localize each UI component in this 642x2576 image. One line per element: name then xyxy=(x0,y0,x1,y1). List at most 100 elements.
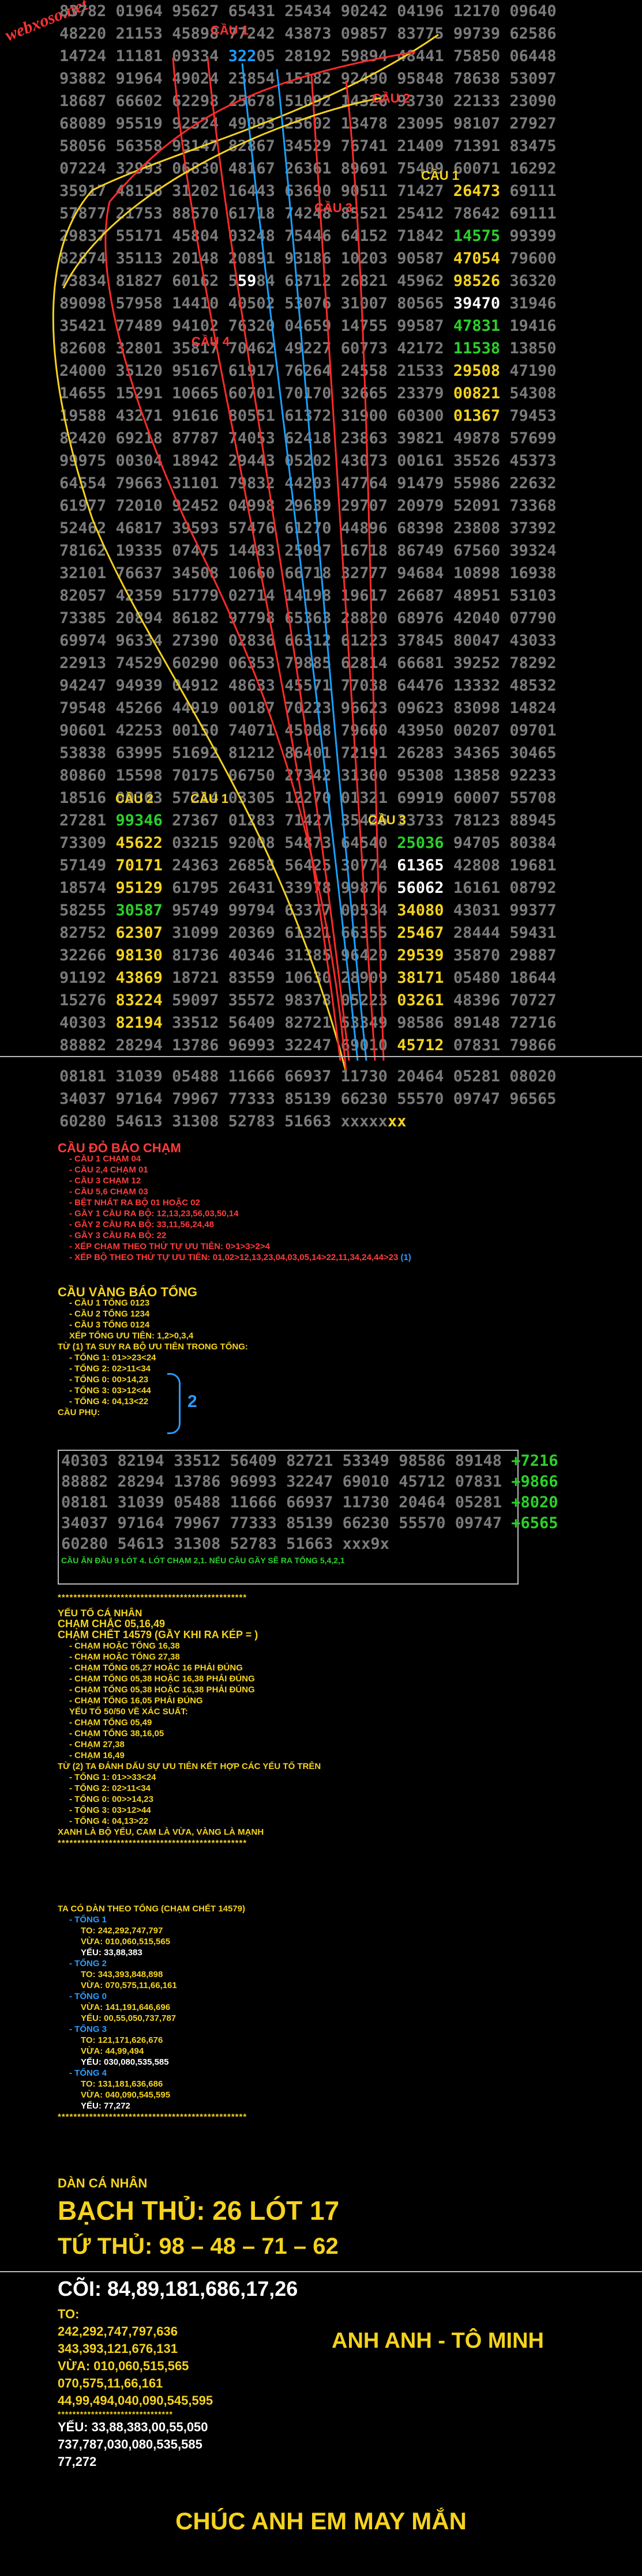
note-1: (1) xyxy=(398,1253,411,1262)
cham-chet: CHẠM CHẾT 14579 (GẦY KHI RA KÉP = ) xyxy=(58,1629,258,1640)
tu-thu: TỨ THỦ: 98 – 48 – 71 – 62 xyxy=(58,2234,339,2259)
coi: CÕI: 84,89,181,686,17,26 xyxy=(58,2277,298,2300)
pattern-lines-overlay xyxy=(52,33,439,1073)
brace-label: 2 xyxy=(187,1392,197,1411)
cau-vang-title: CẦU VÀNG BÁO TỔNG xyxy=(58,1285,197,1299)
cau-label: CẦU 1 xyxy=(211,23,249,37)
yeu-to-5050: YẾU TỐ 50/50 VỀ XÁC SUẤT: xyxy=(69,1707,188,1717)
final-to-label: TO: xyxy=(58,2307,80,2321)
dan-tong-yeu: YẾU: 77,272 xyxy=(81,2101,130,2111)
signature: ANH ANH - TÔ MINH xyxy=(332,2329,544,2353)
box-note: CẦU ĂN ĐẦU 9 LÓT 4. LÓT CHẠM 2,1. NẾU CẦ… xyxy=(61,1556,345,1565)
cau-vang-item: - CẦU 1 TỔNG 0123 xyxy=(69,1298,150,1308)
stars-divider-3: ****************************************… xyxy=(58,2112,247,2122)
dan-tong-vua: VỪA: 070,575,11,66,161 xyxy=(81,1981,177,1990)
cau-label: CẦU 3 xyxy=(368,813,407,827)
grid-tail-row: 60280 54613 31308 52783 51663 xxxxxxx xyxy=(59,1112,407,1130)
cau-do-item: - GẦY 2 CẦU RA BỘ: 33,11,56,24,48 xyxy=(69,1220,214,1229)
yeu-to-item-5050: - CHẠM TỔNG 38,16,05 xyxy=(69,1729,164,1738)
tong2-item: - TỔNG 4: 04,13>22 xyxy=(69,1816,149,1826)
legend-note: XANH LÀ BỘ YẾU, CAM LÀ VỪA, VÀNG LÀ MẠNH xyxy=(58,1827,264,1837)
yeu-to-item: - CHẠM HOẶC TỔNG 27,38 xyxy=(69,1652,180,1662)
yeu-to-title: YẾU TỐ CÁ NHÂN xyxy=(58,1608,142,1619)
cham-chac: CHẠM CHẮC 05,16,49 xyxy=(58,1618,166,1630)
xx-mark: xx xyxy=(387,1112,407,1130)
grid-tail-row: 34037 97164 79967 77333 85139 66230 5557… xyxy=(59,1090,557,1108)
cau-label: CẦU 3 xyxy=(314,201,353,215)
dan-tong-to: TO: 242,292,747,797 xyxy=(81,1926,163,1936)
footer-greeting: CHÚC ANH EM MAY MẮN xyxy=(175,2507,467,2534)
final-more-2: 44,99,494,040,090,545,595 xyxy=(58,2393,213,2408)
cau-do-item: - CẦU 3 CHẠM 12 xyxy=(69,1176,141,1186)
dan-tong-group: - TỔNG 1 TO: 242,292,747,797 VỪA: 010,060,… xyxy=(58,1914,611,1958)
box-row: 08181 31039 05488 11666 66937 11730 2046… xyxy=(61,1493,558,1511)
dan-tong-title: TA CÓ DÀN THEO TỔNG (CHẠM CHẾT 14579) xyxy=(58,1904,246,1914)
cau-phu-box: 40303 82194 33512 56409 82721 53349 9858… xyxy=(58,1450,558,1585)
final-yeu-2: 77,272 xyxy=(58,2454,97,2469)
yeu-to-item: - CHẠM HOẶC TỔNG 16,38 xyxy=(69,1641,180,1651)
cau-do-item: - XẾP BỘ THEO THỨ TỰ ƯU TIÊN: 01,02>12,1… xyxy=(69,1253,411,1262)
dan-tong-tong: - TỔNG 2 xyxy=(69,1959,107,1968)
grid-tail: 08181 31039 05488 11666 66937 11730 2046… xyxy=(0,1065,642,1133)
tong-brace xyxy=(167,1373,181,1434)
yeu-to-item-5050: - CHẠM 27,38 xyxy=(69,1740,125,1749)
cau-label: CẦU 4 xyxy=(192,334,230,349)
sum-value: +7216 xyxy=(502,1452,558,1470)
dan-tong-vua: VỪA: 010,060,515,565 xyxy=(81,1937,171,1947)
cau-do-item: - BỆT NHẤT RA BỘ 01 HOẶC 02 xyxy=(69,1198,200,1208)
cau-do-item: - CẦU 2,4 CHẠM 01 xyxy=(69,1165,148,1175)
cau-vang-item: - CẦU 2 TỔNG 1234 xyxy=(69,1309,150,1319)
dan-tong-group: - TỔNG 3 TO: 121,171,626,676 VỪA: 44,99,49… xyxy=(58,2024,611,2068)
dan-tong-tong: - TỔNG 0 xyxy=(69,1992,107,2001)
cau-do-item: - GẦY 1 CẦU RA BỘ: 12,13,23,56,03,50,14 xyxy=(69,1209,239,1219)
box-row: 40303 82194 33512 56409 82721 53349 9858… xyxy=(61,1452,558,1470)
box-row: 88882 28294 13786 96993 32247 69010 4571… xyxy=(61,1473,558,1491)
sum-value: +6565 xyxy=(502,1514,558,1532)
tong2-item: - TỔNG 0: 00>>14,23 xyxy=(69,1794,153,1804)
cau-label: CẦU 1 xyxy=(421,168,460,183)
dan-tong-group: - TỔNG 4 TO: 131,181,636,686 VỪA: 040,090,… xyxy=(58,2068,611,2111)
tong-item: - TỔNG 3: 03>12<44 xyxy=(69,1386,151,1396)
final-yeu-1: 737,787,030,080,535,585 xyxy=(58,2437,202,2451)
cau-do-section: CẦU ĐỎ BÁO CHẠM - CẦU 1 CHẠM 04- CẦU 2,4… xyxy=(58,1142,611,1263)
dan-tong-tong: - TỔNG 3 xyxy=(69,2024,107,2034)
final-vua: VỪA: 010,060,515,565 xyxy=(58,2359,189,2373)
yeu-to-item-5050: - CHẠM 16,49 xyxy=(69,1751,125,1760)
dan-tong-group: - TỔNG 2 TO: 343,393,848,898 VỪA: 070,575,… xyxy=(58,1958,611,1991)
tong2-item: - TỔNG 3: 03>12>44 xyxy=(69,1805,151,1815)
cau-label: CẦU 2 xyxy=(115,791,154,806)
dan-tong-to: TO: 343,393,848,898 xyxy=(81,1970,163,1979)
stars-divider: ****************************************… xyxy=(58,1593,247,1602)
stars-divider-2: ****************************************… xyxy=(58,1838,247,1848)
dan-tong-tong: - TỔNG 4 xyxy=(69,2068,107,2078)
bach-thu: BẠCH THỦ: 26 LÓT 17 xyxy=(58,2196,340,2226)
final-yeu: YẾU: 33,88,383,00,55,050 xyxy=(58,2420,208,2434)
dan-tong-yeu: YẾU: 030,080,535,585 xyxy=(81,2057,169,2067)
dan-tong-vua: YẾU: 00,55,050,737,787 xyxy=(81,2013,177,2023)
dan-tong-to: TO: 131,181,636,686 xyxy=(81,2079,163,2089)
dan-tong-section: TA CÓ DÀN THEO TỔNG (CHẠM CHẾT 14579) - … xyxy=(58,1903,611,2122)
yeu-to-item: - CHẠM TỔNG 05,38 HOẶC 16,38 PHẢI ĐÚNG xyxy=(69,1674,255,1684)
divider-line xyxy=(0,2271,642,2272)
from2-note: TỪ (2) TA ĐÁNH DẤU SỰ ƯU TIÊN KẾT HỢP CÁ… xyxy=(58,1762,321,1771)
dan-tong-tong: - TỔNG 1 xyxy=(69,1915,107,1925)
cau-do-item: - XẾP CHẠM THEO THỨ TỰ ƯU TIÊN: 0>1>3>2>… xyxy=(69,1242,270,1251)
sum-value: +8020 xyxy=(502,1493,558,1511)
dan-tong-vua: VỪA: 040,090,545,595 xyxy=(81,2090,171,2100)
dan-tong-vua: VỪA: 44,99,494 xyxy=(81,2046,144,2056)
cau-do-item: - GẦY 3 CẦU RA BỘ: 22 xyxy=(69,1231,167,1240)
from-note: TỪ (1) TA SUY RA BỘ ƯU TIÊN TRONG TỔNG: xyxy=(58,1342,248,1352)
grid-tail-row: 08181 31039 05488 11666 66937 11730 2046… xyxy=(59,1068,557,1085)
tong-item: - TỔNG 1: 01>>23<24 xyxy=(69,1353,156,1363)
cau-do-item: - CẦU 5,6 CHẠM 03 xyxy=(69,1187,148,1197)
tong2-item: - TỔNG 2: 02>11<34 xyxy=(69,1783,151,1793)
yeu-to-section: ****************************************… xyxy=(58,1592,611,1849)
yeu-to-item: - CHẠM TỔNG 05,27 HOẶC 16 PHẢI ĐÚNG xyxy=(69,1663,243,1673)
box-row: 34037 97164 79967 77333 85139 66230 5557… xyxy=(61,1514,558,1532)
tong-item: - TỔNG 0: 00>14,23 xyxy=(69,1375,149,1385)
tong-item: - TỔNG 4: 04,13<22 xyxy=(69,1397,149,1406)
cau-vang-item: - CẦU 3 TỔNG 0124 xyxy=(69,1320,150,1330)
tong-item: - TỔNG 2: 02>11<34 xyxy=(69,1364,151,1374)
cau-do-title: CẦU ĐỎ BÁO CHẠM xyxy=(58,1141,181,1155)
yeu-to-item-5050: - CHẠM TỔNG 05,49 xyxy=(69,1718,152,1728)
